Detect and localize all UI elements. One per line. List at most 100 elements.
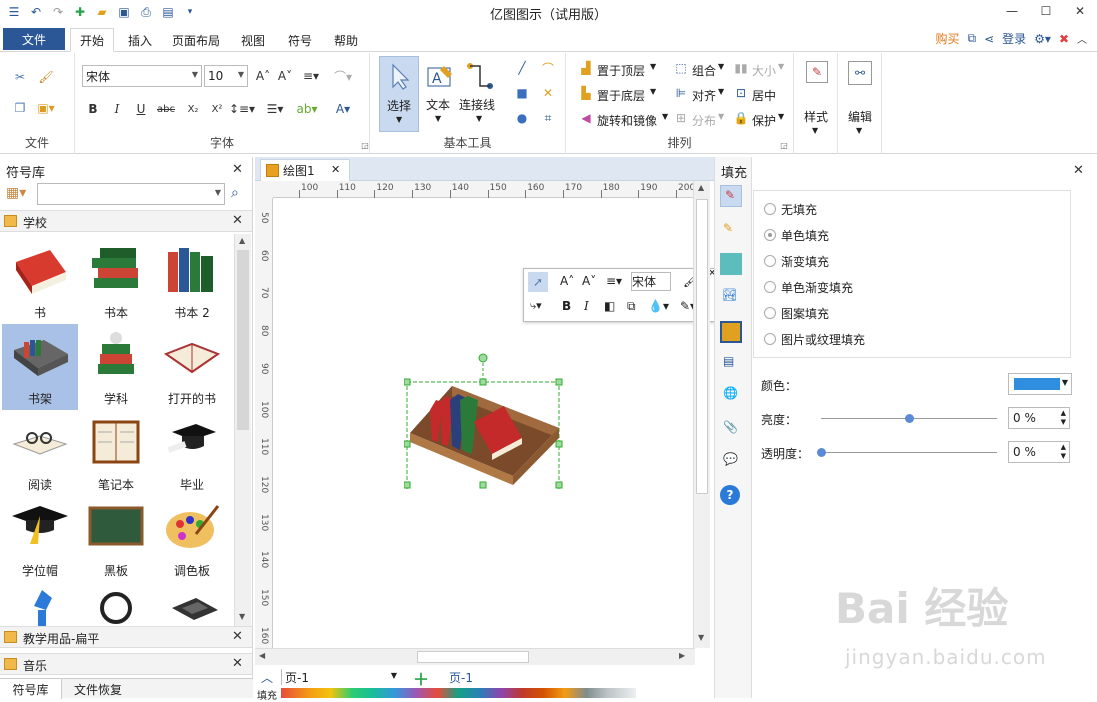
symbol-open-book[interactable]: 打开的书 [154, 324, 230, 410]
symbol-palette[interactable]: 调色板 [154, 496, 230, 582]
symbol-subject[interactable]: 学科 [78, 324, 154, 410]
line-spacing-icon[interactable]: ↕≡▾ [229, 99, 255, 119]
tab-view[interactable]: 视图 [233, 28, 273, 52]
center-button[interactable]: 居中 [752, 87, 776, 104]
tab-home[interactable]: 开始 [70, 28, 114, 52]
symbol-graduation[interactable]: 毕业 [154, 410, 230, 496]
scroll-up-icon[interactable]: ▲ [239, 236, 245, 245]
scroll-right-icon[interactable]: ▶ [679, 651, 685, 660]
text-tool-button[interactable]: A 文本 ▼ [422, 56, 458, 132]
color-palette-bar[interactable] [281, 688, 636, 698]
grow-font-icon[interactable]: A˄ [560, 274, 574, 288]
group-button[interactable]: 组合 [692, 62, 716, 79]
text-align-icon[interactable]: ≡▾ [301, 66, 321, 86]
share-window-icon[interactable]: ⧉ [968, 31, 977, 46]
resize-handle[interactable] [479, 378, 487, 386]
bring-front-icon[interactable]: ◧ [604, 299, 615, 313]
align-button[interactable]: 对齐 [692, 87, 716, 104]
shadow-panel-icon[interactable] [720, 253, 742, 275]
library-scrollbar[interactable]: ▲ ▼ [234, 234, 251, 627]
arc-tool-icon[interactable]: ⌒ [538, 58, 558, 78]
tab-insert[interactable]: 插入 [120, 28, 160, 52]
radio-pattern-fill[interactable] [764, 307, 776, 319]
symbol-lamp[interactable] [2, 582, 78, 626]
add-page-icon[interactable]: ＋ [413, 666, 429, 690]
size-button[interactable]: 大小 [752, 62, 776, 79]
strikethrough-icon[interactable]: abc [156, 99, 176, 119]
resize-handle[interactable] [555, 378, 563, 386]
spinner-icon[interactable]: ▲ ▼ [1061, 443, 1066, 461]
pointer-icon[interactable]: ➚ [528, 272, 548, 292]
symbol-magnifier[interactable] [78, 582, 154, 626]
symbol-blackboard[interactable]: 黑板 [78, 496, 154, 582]
category-teaching-supplies[interactable]: 教学用品-扁平 ✕ [0, 626, 252, 648]
radio-mono-gradient-fill[interactable] [764, 281, 776, 293]
shrink-font-icon[interactable]: A˅ [582, 274, 596, 288]
ribbon-group-style[interactable]: ✎ 样式 ▼ [794, 53, 838, 154]
select-tool-button[interactable]: 选择 ▼ [379, 56, 419, 132]
scroll-up-icon[interactable]: ▲ [698, 183, 704, 192]
line-panel-icon[interactable]: ✎ [720, 219, 742, 241]
subscript-icon[interactable]: X₂ [183, 99, 203, 119]
resize-handle[interactable] [404, 481, 411, 489]
symbol-notebook[interactable]: 笔记本 [78, 410, 154, 496]
pages-up-icon[interactable]: ︿ [261, 669, 273, 686]
resize-handle[interactable] [404, 440, 411, 448]
mini-font-combo[interactable]: 宋体 [631, 272, 671, 291]
tab-help[interactable]: 帮助 [326, 28, 366, 52]
font-name-combo[interactable]: 宋体 ▼ [82, 65, 202, 87]
bring-to-front-button[interactable]: 置于顶层 [597, 62, 645, 79]
line-tool-icon[interactable]: ╱ [512, 58, 532, 78]
connector-style-icon[interactable]: ⤷▾ [530, 299, 542, 313]
connector-tool-button[interactable]: 连接线 ▼ [459, 56, 501, 132]
scroll-down-icon[interactable]: ▼ [239, 612, 245, 621]
brightness-slider-knob[interactable] [905, 414, 914, 423]
radio-solid-fill[interactable] [764, 229, 776, 241]
radio-picture-fill[interactable] [764, 333, 776, 345]
ellipse-tool-icon[interactable]: ● [512, 108, 532, 128]
symbol-bookshelf[interactable]: 书架 [2, 324, 78, 410]
maximize-icon[interactable]: ☐ [1029, 0, 1063, 22]
shrink-font-icon[interactable]: A˅ [275, 66, 295, 86]
arrange-dialog-launcher-icon[interactable]: ◲ [774, 135, 794, 155]
spinner-icon[interactable]: ▲ ▼ [1061, 409, 1066, 427]
fill-panel-icon[interactable]: ✎ [720, 185, 742, 207]
transparency-slider-knob[interactable] [817, 448, 826, 457]
page-panel-icon[interactable]: ▤ [720, 353, 742, 375]
drawing-page[interactable]: ➚ A˄ A˅ ≡▾ 宋体 🖌 ✕ ⤷▾ B I ◧ ⧉ 💧▾ ✎▾ [274, 199, 717, 648]
symbol-books[interactable]: 书本 [78, 238, 154, 324]
copy-icon[interactable]: ❐ [10, 98, 30, 118]
comment-icon[interactable]: 💬 [720, 451, 742, 473]
bullets-icon[interactable]: ☰▾ [265, 99, 285, 119]
brightness-input[interactable]: 0 % ▲ ▼ [1008, 407, 1070, 429]
collapse-ribbon-icon[interactable]: ︿ [1077, 31, 1087, 46]
close-icon[interactable]: ✕ [232, 162, 243, 177]
italic-icon[interactable]: I [107, 99, 127, 119]
rectangle-tool-icon[interactable]: ■ [512, 83, 532, 103]
curve-text-icon[interactable]: ⌒▾ [333, 66, 353, 86]
scroll-thumb[interactable] [237, 250, 249, 430]
paste-icon[interactable]: ▣▾ [36, 98, 56, 118]
symbol-mortarboard[interactable]: 学位帽 [2, 496, 78, 582]
rotate-mirror-button[interactable]: 旋转和镜像 [597, 112, 657, 129]
minimize-icon[interactable]: — [995, 0, 1029, 22]
connection-point-icon[interactable]: ✕ [538, 83, 558, 103]
text-highlight-icon[interactable]: ab▾ [297, 99, 318, 119]
font-color-icon[interactable]: A▾ [333, 99, 353, 119]
cut-icon[interactable]: ✂ [10, 67, 30, 87]
italic-icon[interactable]: I [584, 299, 589, 313]
canvas-vertical-scrollbar[interactable]: ▲ ▼ [693, 181, 710, 648]
attachment-icon[interactable]: 📎 [720, 419, 742, 441]
close-icon[interactable]: ✕ [331, 163, 340, 176]
color-picker[interactable]: ▼ [1008, 373, 1072, 395]
category-school[interactable]: 学校 ✕ [0, 210, 252, 232]
search-icon[interactable]: ⌕ [231, 185, 239, 201]
bookshelf-shape[interactable] [404, 334, 569, 489]
page-selector[interactable]: 页-1 ▼ [281, 669, 399, 685]
bold-icon[interactable]: B [83, 99, 103, 119]
grow-font-icon[interactable]: A˄ [253, 66, 273, 86]
symbol-calculator[interactable] [154, 582, 230, 626]
buy-link[interactable]: 购买 [935, 30, 959, 47]
category-music[interactable]: 音乐 ✕ [0, 653, 252, 675]
help-icon[interactable]: ? [720, 485, 740, 505]
